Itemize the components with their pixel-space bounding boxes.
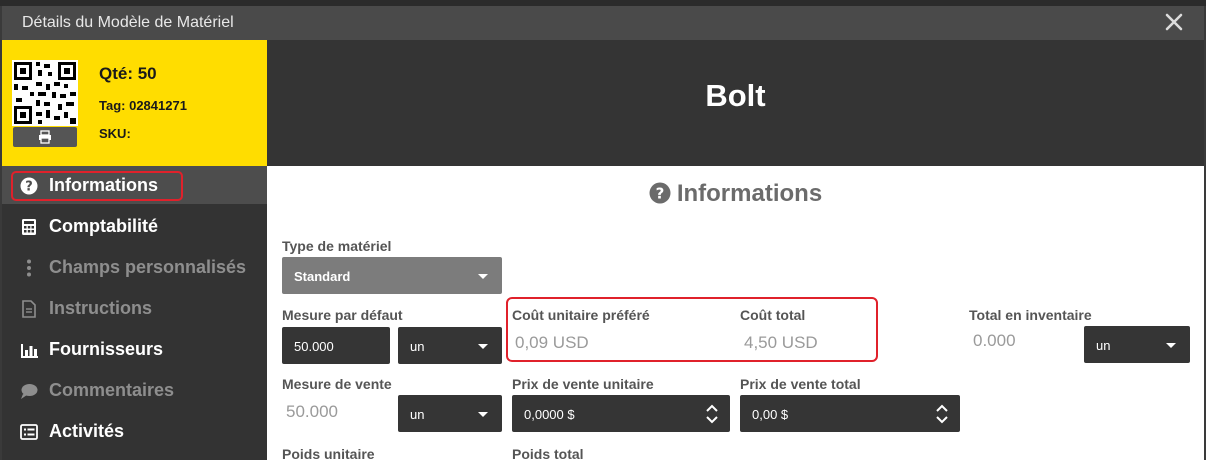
sku-label: SKU: bbox=[99, 126, 131, 141]
default-measure-unit-select[interactable]: un bbox=[398, 327, 502, 364]
document-icon bbox=[22, 300, 36, 318]
sidebar-item-label: Champs personnalisés bbox=[49, 257, 247, 277]
qr-code-icon bbox=[12, 60, 78, 126]
total-sale-price-input[interactable]: 0,00 $ bbox=[740, 395, 960, 432]
section-title: ? Informations bbox=[267, 180, 1204, 208]
printer-icon bbox=[39, 130, 51, 144]
unit-sale-price-input[interactable]: 0,0000 $ bbox=[512, 395, 730, 432]
sale-measure-value: 50.000 bbox=[286, 402, 338, 421]
material-model-details-dialog: Détails du Modèle de Matériel Qté: 50 Ta… bbox=[2, 6, 1204, 460]
comment-icon bbox=[21, 384, 38, 399]
sidebar-item-champs-personnalises[interactable]: Champs personnalisés bbox=[2, 248, 267, 286]
quantity-label: Qté: 50 bbox=[99, 64, 157, 83]
tag-label: Tag: 02841271 bbox=[99, 98, 187, 113]
material-name: Bolt bbox=[705, 78, 766, 113]
svg-text:?: ? bbox=[25, 180, 33, 195]
total-sale-price-value: 0,00 $ bbox=[752, 407, 789, 422]
sidebar-item-label: Fournisseurs bbox=[49, 339, 164, 359]
sidebar-item-label: Informations bbox=[49, 175, 159, 195]
material-name-header: Bolt bbox=[267, 40, 1204, 166]
unit-sale-price-label: Prix de vente unitaire bbox=[512, 376, 654, 392]
default-measure-unit-value: un bbox=[410, 339, 425, 354]
total-weight-label: Poids total bbox=[512, 446, 584, 460]
vertical-ellipsis-icon bbox=[27, 259, 31, 277]
calculator-icon bbox=[22, 219, 36, 235]
sidebar-item-label: Instructions bbox=[49, 298, 153, 318]
default-measure-value: 50.000 bbox=[294, 339, 334, 354]
material-type-select[interactable]: Standard bbox=[282, 257, 502, 294]
dialog-titlebar: Détails du Modèle de Matériel bbox=[2, 6, 1204, 40]
unit-weight-label: Poids unitaire bbox=[282, 446, 375, 460]
cost-highlight-box bbox=[506, 297, 878, 362]
sidebar-item-commentaires[interactable]: Commentaires bbox=[2, 371, 267, 409]
spinner-arrows-icon[interactable] bbox=[706, 404, 718, 424]
inventory-total-label: Total en inventaire bbox=[969, 307, 1092, 323]
inventory-total-value: 0.000 bbox=[973, 331, 1016, 350]
chevron-down-icon bbox=[1166, 343, 1176, 348]
inventory-unit-select[interactable]: un bbox=[1084, 326, 1190, 363]
section-title-text: Informations bbox=[676, 180, 823, 207]
bar-chart-icon bbox=[21, 344, 38, 358]
dialog-title: Détails du Modèle de Matériel bbox=[22, 14, 234, 31]
default-measure-label: Mesure par défaut bbox=[282, 307, 403, 323]
sale-measure-label: Mesure de vente bbox=[282, 376, 392, 392]
inventory-unit-value: un bbox=[1096, 338, 1111, 353]
sidebar-item-instructions[interactable]: Instructions bbox=[2, 289, 267, 327]
sidebar-item-informations[interactable]: ? Informations bbox=[2, 166, 267, 204]
material-type-value: Standard bbox=[294, 269, 351, 284]
unit-sale-price-value: 0,0000 $ bbox=[524, 407, 575, 422]
sale-measure-unit-value: un bbox=[410, 407, 425, 422]
sidebar-item-comptabilite[interactable]: Comptabilité bbox=[2, 207, 267, 245]
question-circle-icon: ? bbox=[649, 182, 671, 204]
total-sale-price-label: Prix de vente total bbox=[740, 376, 861, 392]
material-type-label: Type de matériel bbox=[282, 238, 392, 254]
question-circle-icon: ? bbox=[20, 177, 38, 195]
chevron-down-icon bbox=[478, 412, 488, 417]
sidebar-item-activites[interactable]: Activités bbox=[2, 412, 267, 450]
chevron-down-icon bbox=[478, 274, 488, 279]
spinner-arrows-icon[interactable] bbox=[936, 404, 948, 424]
sidebar-item-label: Comptabilité bbox=[49, 216, 159, 236]
sidebar-item-fournisseurs[interactable]: Fournisseurs bbox=[2, 330, 267, 368]
default-measure-input[interactable]: 50.000 bbox=[282, 327, 390, 364]
summary-panel: Qté: 50 Tag: 02841271 SKU: bbox=[2, 40, 267, 166]
close-icon[interactable] bbox=[1162, 10, 1186, 34]
chevron-down-icon bbox=[478, 344, 488, 349]
sidebar-item-label: Commentaires bbox=[49, 380, 175, 400]
print-label-button[interactable] bbox=[13, 127, 77, 147]
sidebar-item-label: Activités bbox=[49, 421, 125, 441]
sale-measure-unit-select[interactable]: un bbox=[398, 395, 502, 432]
sidebar-nav: ? Informations Comptabilité Champs perso… bbox=[2, 166, 267, 460]
list-icon bbox=[20, 424, 38, 440]
svg-text:?: ? bbox=[655, 185, 664, 203]
